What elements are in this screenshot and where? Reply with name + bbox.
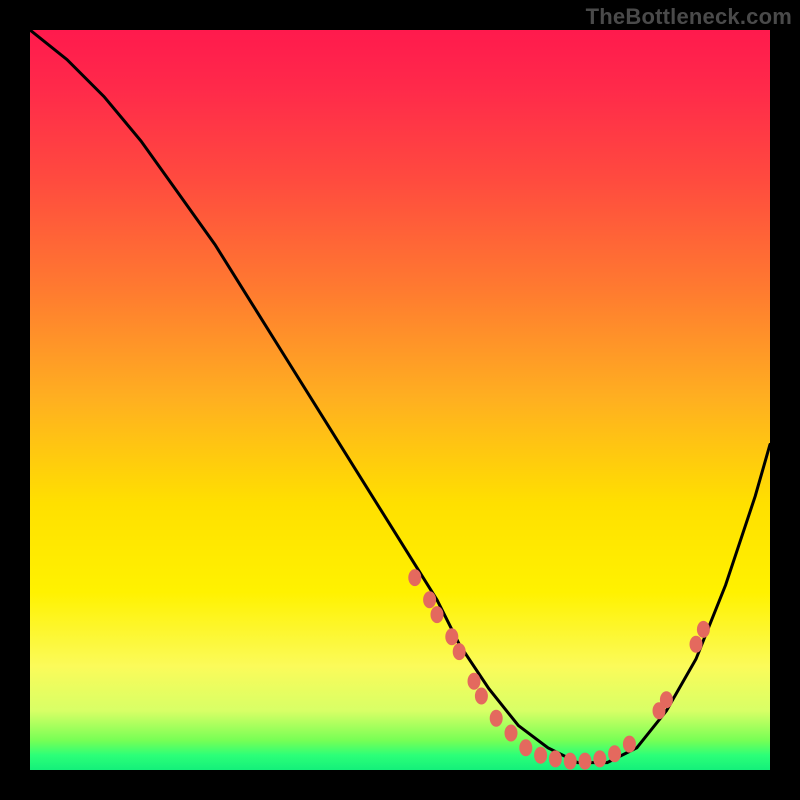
data-point-marker bbox=[505, 725, 518, 742]
data-point-marker bbox=[534, 747, 547, 764]
plot-area bbox=[30, 30, 770, 770]
data-point-marker bbox=[593, 750, 606, 767]
data-point-marker bbox=[468, 673, 481, 690]
data-point-marker bbox=[519, 739, 532, 756]
data-point-marker bbox=[475, 688, 488, 705]
data-point-marker bbox=[453, 643, 466, 660]
bottleneck-curve bbox=[30, 30, 770, 763]
data-point-marker bbox=[431, 606, 444, 623]
data-point-marker bbox=[660, 691, 673, 708]
data-point-marker bbox=[608, 745, 621, 762]
data-point-marker bbox=[623, 736, 636, 753]
data-point-marker bbox=[697, 621, 710, 638]
chart-stage: TheBottleneck.com bbox=[0, 0, 800, 800]
data-point-marker bbox=[690, 636, 703, 653]
data-point-marker bbox=[490, 710, 503, 727]
marker-layer bbox=[408, 569, 710, 770]
data-point-marker bbox=[408, 569, 421, 586]
data-point-marker bbox=[445, 628, 458, 645]
data-point-marker bbox=[423, 591, 436, 608]
data-point-marker bbox=[564, 753, 577, 770]
watermark-text: TheBottleneck.com bbox=[586, 4, 792, 30]
chart-svg bbox=[30, 30, 770, 770]
data-point-marker bbox=[549, 750, 562, 767]
data-point-marker bbox=[579, 753, 592, 770]
